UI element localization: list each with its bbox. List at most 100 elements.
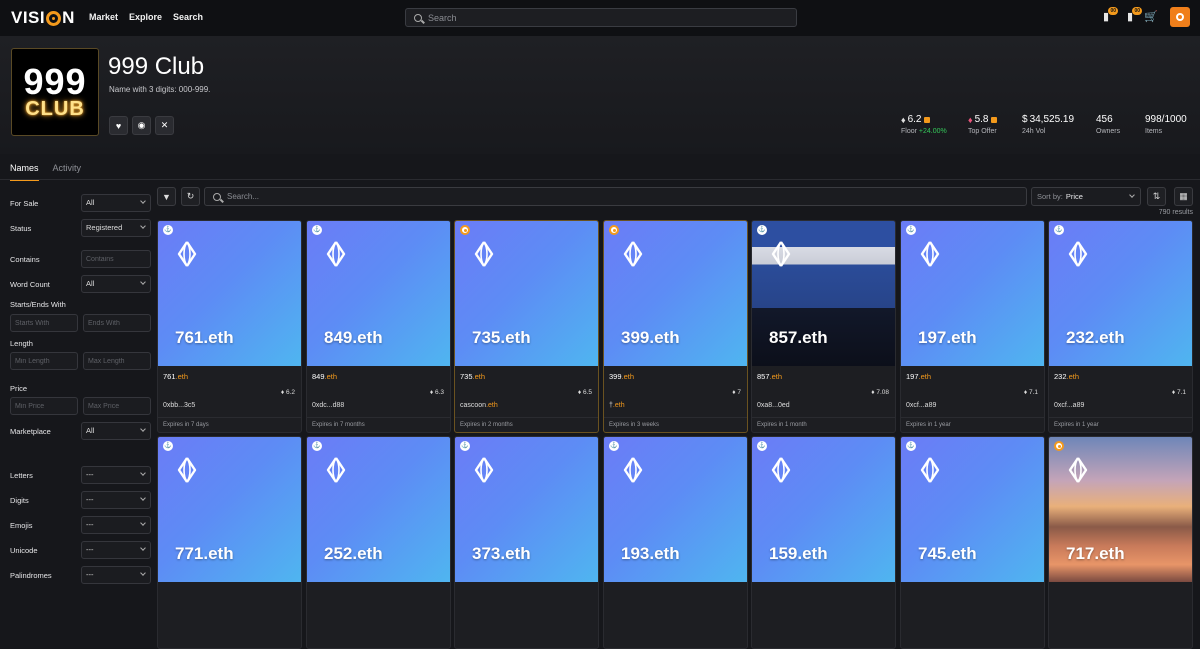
max-length-input[interactable]: [83, 352, 151, 370]
name-card[interactable]: ⚓ 849.eth 849.eth ♦ 6.3 0xdc...d88 Expires in…: [306, 220, 451, 433]
results-count: 790 results: [1158, 209, 1193, 216]
opensea-marketplace-icon: ⚓: [906, 441, 916, 451]
account-button[interactable]: [1170, 7, 1190, 27]
ends-with-input[interactable]: [83, 314, 151, 332]
favorite-button[interactable]: ♥: [109, 116, 128, 135]
nav-links: Market Explore Search: [89, 12, 203, 22]
name-card-price: ♦ 6.5: [578, 389, 592, 396]
name-card[interactable]: 717.eth: [1048, 436, 1193, 649]
offers-icon[interactable]: ▮ 00: [1124, 7, 1142, 23]
for-sale-value: All: [86, 198, 95, 207]
name-card[interactable]: ⚓ 745.eth: [900, 436, 1045, 649]
name-card-owner[interactable]: cascoon.eth: [460, 402, 498, 409]
eth-icon: ♦: [577, 389, 582, 396]
name-card-image[interactable]: ⚓ 857.eth: [752, 221, 895, 366]
max-price-input[interactable]: [83, 397, 151, 415]
name-card-owner[interactable]: †.eth: [609, 402, 625, 409]
name-card[interactable]: ⚓ 761.eth 761.eth ♦ 6.2 0xbb...3c5 Expires in…: [157, 220, 302, 433]
status-select[interactable]: Registered: [81, 219, 151, 237]
filter-toggle-button[interactable]: ▼: [157, 187, 176, 206]
name-card[interactable]: ⚓ 159.eth: [751, 436, 896, 649]
name-card-owner[interactable]: 0xdc...d88: [312, 402, 344, 409]
name-card[interactable]: 735.eth 735.eth ♦ 6.5 cascoon.eth Expires in…: [454, 220, 599, 433]
name-card-image[interactable]: 717.eth: [1049, 437, 1192, 582]
emojis-value: ---: [86, 520, 94, 529]
name-card-title: 159.eth: [769, 544, 828, 563]
filter-label-length: Length: [10, 339, 33, 348]
x-button[interactable]: ✕: [155, 116, 174, 135]
min-price-input[interactable]: [10, 397, 78, 415]
palindromes-select[interactable]: ---: [81, 566, 151, 584]
name-card-expiry: Expires in 2 months: [455, 417, 598, 432]
name-card-owner[interactable]: 0xcf...a89: [1054, 402, 1084, 409]
nav-link-explore[interactable]: Explore: [129, 12, 162, 22]
name-card-label[interactable]: 232.eth: [1054, 372, 1079, 381]
name-card-label[interactable]: 857.eth: [757, 372, 782, 381]
name-card-image[interactable]: ⚓ 771.eth: [158, 437, 301, 582]
name-card-image[interactable]: 399.eth: [604, 221, 747, 366]
name-card[interactable]: ⚓ 857.eth 857.eth ♦ 7.08 0xa8...0ed Expires i…: [751, 220, 896, 433]
cart-icon[interactable]: 🛒: [1144, 11, 1158, 23]
grid-view-button[interactable]: ▦: [1174, 187, 1193, 206]
sort-select[interactable]: Sort by: Price: [1031, 187, 1141, 206]
names-search-input[interactable]: [227, 192, 1007, 201]
chevron-down-icon: [140, 426, 146, 432]
floor-change: +24.00%: [918, 128, 947, 135]
name-card[interactable]: ⚓ 373.eth: [454, 436, 599, 649]
name-card-image[interactable]: ⚓ 761.eth: [158, 221, 301, 366]
for-sale-select[interactable]: All: [81, 194, 151, 212]
name-card-owner[interactable]: 0xbb...3c5: [163, 402, 195, 409]
emojis-select[interactable]: ---: [81, 516, 151, 534]
name-card-owner[interactable]: 0xcf...a89: [906, 402, 936, 409]
nav-link-market[interactable]: Market: [89, 12, 118, 22]
name-card[interactable]: ⚓ 197.eth 197.eth ♦ 7.1 0xcf...a89 Expires in…: [900, 220, 1045, 433]
name-card-label[interactable]: 197.eth: [906, 372, 931, 381]
vision-logo[interactable]: VISI N: [11, 8, 75, 28]
collection-title: 999 Club: [108, 53, 205, 80]
refresh-button[interactable]: ↻: [181, 187, 200, 206]
name-card-image[interactable]: ⚓ 849.eth: [307, 221, 450, 366]
discord-button[interactable]: ◉: [132, 116, 151, 135]
nav-link-search[interactable]: Search: [173, 12, 203, 22]
digits-select[interactable]: ---: [81, 491, 151, 509]
name-base: 735: [460, 372, 473, 381]
filter-label-marketplace: Marketplace: [10, 427, 51, 436]
min-length-input[interactable]: [10, 352, 78, 370]
name-card-label[interactable]: 761.eth: [163, 372, 188, 381]
name-card-expiry: Expires in 7 months: [307, 417, 450, 432]
letters-select[interactable]: ---: [81, 466, 151, 484]
word-count-select[interactable]: All: [81, 275, 151, 293]
name-card-image[interactable]: 735.eth: [455, 221, 598, 366]
name-card[interactable]: ⚓ 232.eth 232.eth ♦ 7.1 0xcf...a89 Expires in…: [1048, 220, 1193, 433]
name-card-image[interactable]: ⚓ 252.eth: [307, 437, 450, 582]
opensea-marketplace-icon: ⚓: [906, 225, 916, 235]
name-card[interactable]: ⚓ 252.eth: [306, 436, 451, 649]
name-card-image[interactable]: ⚓ 197.eth: [901, 221, 1044, 366]
name-card-title: 735.eth: [472, 328, 531, 347]
discord-icon: ◉: [137, 120, 146, 130]
name-card-label[interactable]: 735.eth: [460, 372, 485, 381]
logo-number: 999: [23, 61, 87, 102]
name-card-label[interactable]: 849.eth: [312, 372, 337, 381]
starts-with-input[interactable]: [10, 314, 78, 332]
global-search-input[interactable]: [428, 12, 768, 23]
name-card-expiry: Expires in 1 year: [901, 417, 1044, 432]
owner-tld: .eth: [612, 402, 625, 409]
unicode-select[interactable]: ---: [81, 541, 151, 559]
name-card-label[interactable]: 399.eth: [609, 372, 634, 381]
sort-direction-button[interactable]: ⇅: [1147, 187, 1166, 206]
name-card[interactable]: 399.eth 399.eth ♦ 7 †.eth Expires in 3 weeks: [603, 220, 748, 433]
name-card-image[interactable]: ⚓ 159.eth: [752, 437, 895, 582]
name-card-title: 771.eth: [175, 544, 234, 563]
name-card-title: 857.eth: [769, 328, 828, 347]
name-card-image[interactable]: ⚓ 193.eth: [604, 437, 747, 582]
notifications-icon[interactable]: ▮ 00: [1100, 7, 1118, 23]
name-card-image[interactable]: ⚓ 232.eth: [1049, 221, 1192, 366]
contains-input[interactable]: [81, 250, 151, 268]
name-card-image[interactable]: ⚓ 745.eth: [901, 437, 1044, 582]
name-card[interactable]: ⚓ 771.eth: [157, 436, 302, 649]
marketplace-select[interactable]: All: [81, 422, 151, 440]
name-card-image[interactable]: ⚓ 373.eth: [455, 437, 598, 582]
name-card-owner[interactable]: 0xa8...0ed: [757, 402, 790, 409]
name-card[interactable]: ⚓ 193.eth: [603, 436, 748, 649]
